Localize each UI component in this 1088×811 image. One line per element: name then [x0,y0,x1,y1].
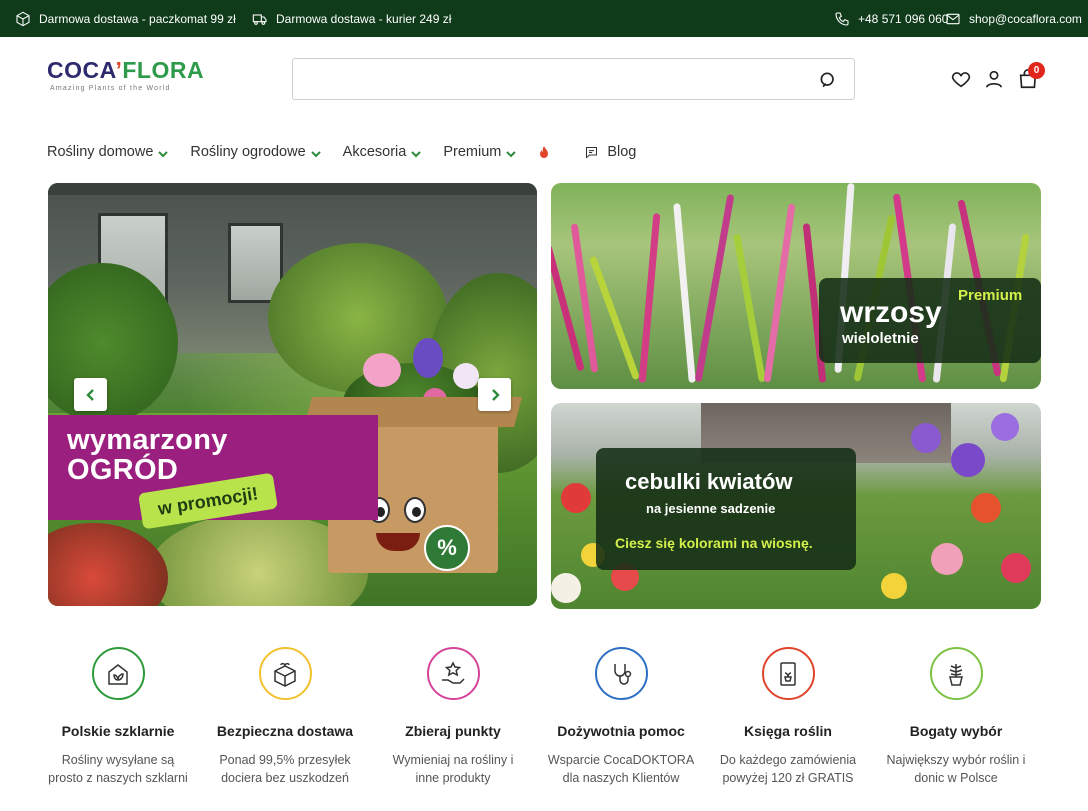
feature-title: Bezpieczna dostawa [216,723,354,739]
top-bar: Darmowa dostawa - paczkomat 99 zł Darmow… [0,0,1088,37]
feature-safe-delivery[interactable]: Bezpieczna dostawa Ponad 99,5% przesyłek… [210,647,360,787]
nav-item-label: Rośliny domowe [47,144,154,160]
feature-description: Ponad 99,5% przesyłek dociera bez uszkod… [219,753,351,785]
wishlist-button[interactable] [950,68,972,90]
feature-icon-ring [91,647,145,700]
feature-description: Do każdego zamówienia powyżej 120 zł GRA… [719,753,857,785]
premium-label: Premium [958,287,1023,304]
email-link[interactable]: shop@cocaflora.com [945,0,1082,37]
carousel-prev-button[interactable] [74,378,107,411]
logo-tagline: Amazing Plants of the World [50,85,171,92]
free-shipping-courier-text: Darmowa dostawa - kurier 249 zł [276,11,452,26]
heart-icon [951,72,971,88]
phone-number: +48 571 096 060 [858,11,949,26]
feature-title: Dożywotnia pomoc [557,723,685,739]
nav-item-label: Blog [607,144,637,160]
potted-plant-icon [949,663,963,686]
chevron-right-icon [491,388,500,401]
truck-icon [252,13,267,25]
search-input[interactable] [293,59,793,99]
bulbs-title: cebulki kwiatów [625,469,793,494]
free-shipping-courier: Darmowa dostawa - kurier 249 zł [252,0,451,37]
nav-item-garden-plants[interactable]: Rośliny ogrodowe [190,144,321,160]
chevron-down-icon [158,147,169,158]
feature-title: Polskie szklarnie [61,723,175,739]
feature-description: Wsparcie CocaDOKTORA dla naszych Klientó… [547,753,695,785]
mail-icon [946,13,960,24]
chat-icon [586,146,598,159]
main-nav: Rośliny domowe Rośliny ogrodowe Akcesori… [47,141,636,163]
feature-wide-selection[interactable]: Bogaty wybór Największy wybór roślin i d… [881,647,1031,787]
box-icon [274,662,296,687]
phone-link[interactable]: +48 571 096 060 [834,0,948,37]
feature-collect-points[interactable]: Zbieraj punkty Wymieniaj na rośliny i in… [378,647,528,787]
package-icon [16,11,30,26]
search-icon[interactable] [818,70,838,90]
feature-icon-ring [761,647,815,700]
greenhouse-icon [108,663,128,685]
stethoscope-icon [614,663,632,685]
star-hand-icon [442,660,465,684]
free-shipping-parcel-text: Darmowa dostawa - paczkomat 99 zł [39,11,236,26]
user-icon [985,70,1003,88]
email-address: shop@cocaflora.com [969,11,1082,26]
feature-plant-book[interactable]: Księga roślin Do każdego zamówienia powy… [713,647,863,787]
chevron-down-icon [506,147,517,158]
feature-title: Bogaty wybór [909,723,1003,739]
free-shipping-parcel: Darmowa dostawa - paczkomat 99 zł [15,0,236,37]
bulbs-subtitle: na jesienne sadzenie [646,501,776,516]
feature-icon-ring [426,647,480,700]
nav-item-label: Premium [443,144,502,160]
bulbs-note: Ciesz się kolorami na wiosnę. [615,535,813,551]
feature-description: Największy wybór roślin i donic w Polsce [886,753,1026,785]
hero-main-title: wymarzony OGRÓD [67,424,228,486]
nav-item-premium[interactable]: Premium [443,144,517,160]
feature-icon-ring [594,647,648,700]
feature-title: Księga roślin [744,723,832,739]
feature-description: Rośliny wysyłane są prosto z naszych szk… [48,753,188,785]
site-logo[interactable]: COCA’FLORA Amazing Plants of the World [47,57,205,98]
flame-icon[interactable] [538,145,550,159]
feature-icon-ring [929,647,983,700]
nav-item-label: Akcesoria [342,144,407,160]
nav-item-accessories[interactable]: Akcesoria [343,144,422,160]
nav-item-blog[interactable]: Blog [584,144,636,160]
cart-count-badge: 0 [1028,62,1045,79]
phone-icon [835,11,849,26]
feature-description: Wymieniaj na rośliny i inne produkty [392,753,514,785]
carousel-next-button[interactable] [478,378,511,411]
heather-subtitle: wieloletnie [842,330,919,347]
account-button[interactable] [983,68,1005,90]
book-icon [780,661,796,686]
chevron-down-icon [310,147,321,158]
feature-greenhouses[interactable]: Polskie szklarnie Rośliny wysyłane są pr… [43,647,193,787]
hero-banner-garden[interactable]: wymarzony OGRÓD w promocji! % [48,183,537,606]
nav-item-house-plants[interactable]: Rośliny domowe [47,144,169,160]
heather-title: wrzosy [840,296,942,329]
hero-banner-bulbs[interactable]: cebulki kwiatów na jesienne sadzenie Cie… [551,403,1041,609]
feature-lifetime-help[interactable]: Dożywotnia pomoc Wsparcie CocaDOKTORA dl… [546,647,696,787]
percent-badge: % [424,525,470,571]
feature-icon-ring [258,647,312,700]
search-bar [292,58,855,100]
nav-item-label: Rośliny ogrodowe [190,144,306,160]
chevron-left-icon [85,388,94,401]
feature-title: Zbieraj punkty [405,723,501,739]
hero-banner-heather[interactable]: Premium wrzosy wieloletnie [551,183,1041,389]
logo-wordmark: COCA’FLORA [47,57,205,83]
chevron-down-icon [411,147,422,158]
